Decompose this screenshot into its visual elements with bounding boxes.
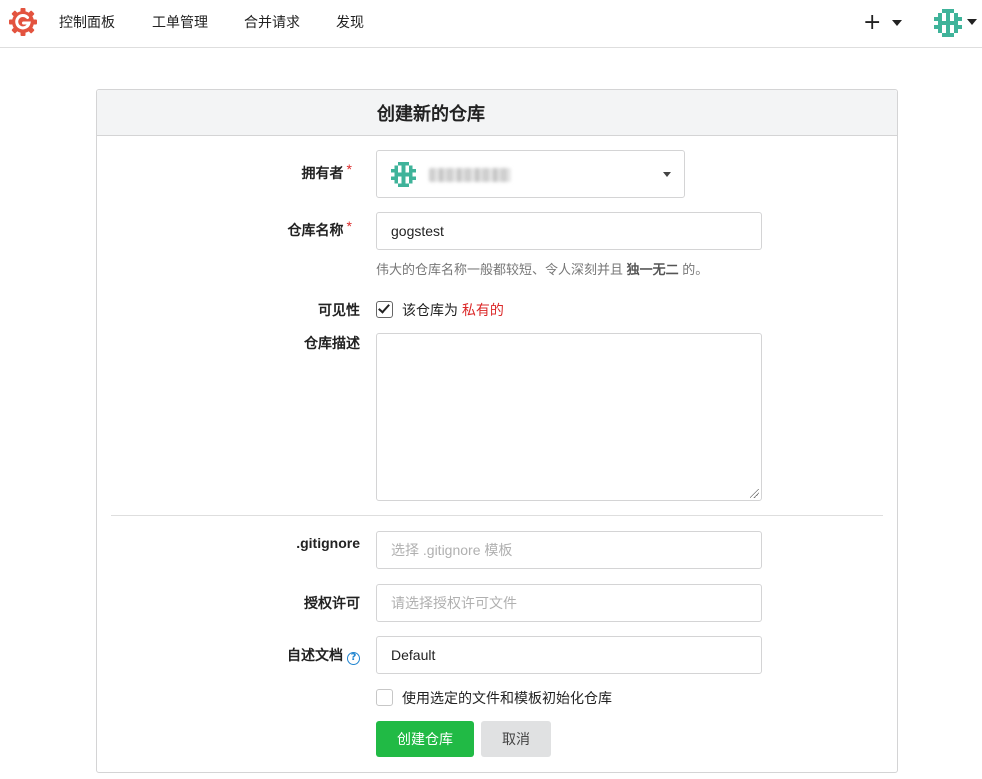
caret-down-icon — [892, 20, 902, 26]
description-label: 仓库描述 — [304, 335, 360, 351]
readme-select[interactable]: Default — [376, 636, 762, 674]
owner-label: 拥有者 * — [301, 161, 352, 181]
repo-name-help: 伟大的仓库名称一般都较短、令人深刻并且 独一无二 的。 — [376, 262, 709, 277]
required-mark: * — [346, 161, 352, 177]
question-circle-icon[interactable]: ? — [347, 652, 360, 665]
identicon-avatar-icon — [391, 162, 416, 187]
user-menu-dropdown[interactable] — [934, 9, 980, 39]
visibility-text: 该仓库为 私有的 — [402, 302, 504, 318]
gitignore-label: .gitignore — [296, 535, 360, 551]
checkmark-icon — [378, 301, 390, 314]
visibility-label: 可见性 — [318, 302, 360, 318]
auto-init-checkbox[interactable] — [376, 689, 393, 706]
nav-issues[interactable]: 工单管理 — [152, 14, 208, 30]
repo-name-input[interactable]: gogstest — [376, 212, 762, 250]
form-header: 创建新的仓库 — [97, 90, 897, 136]
nav-explore[interactable]: 发现 — [336, 14, 364, 30]
cancel-button[interactable]: 取消 — [481, 721, 551, 757]
auto-init-text: 使用选定的文件和模板初始化仓库 — [402, 690, 612, 706]
owner-name-blurred — [429, 168, 511, 182]
private-checkbox[interactable] — [376, 301, 393, 318]
divider — [111, 515, 883, 516]
top-navbar: 控制面板 工单管理 合并请求 发现 + — [0, 0, 982, 48]
license-select[interactable]: 请选择授权许可文件 — [376, 584, 762, 622]
identicon-avatar-icon — [934, 9, 962, 37]
caret-down-icon — [967, 19, 977, 25]
page-title: 创建新的仓库 — [377, 104, 485, 124]
gitignore-select[interactable]: 选择 .gitignore 模板 — [376, 531, 762, 569]
repo-name-label: 仓库名称 * — [287, 218, 352, 238]
resize-handle-icon[interactable] — [750, 489, 759, 498]
create-repo-button[interactable]: 创建仓库 — [376, 721, 474, 757]
plus-icon: + — [863, 10, 882, 35]
required-mark: * — [346, 218, 352, 234]
nav-pull-requests[interactable]: 合并请求 — [244, 14, 300, 30]
nav-dashboard[interactable]: 控制面板 — [59, 14, 115, 30]
create-new-dropdown[interactable]: + — [863, 8, 905, 38]
private-text: 私有的 — [461, 302, 504, 318]
description-textarea[interactable] — [376, 333, 762, 501]
gogs-logo-icon[interactable] — [8, 7, 38, 37]
owner-select[interactable] — [376, 150, 685, 198]
readme-label: 自述文档? — [160, 647, 360, 665]
license-label: 授权许可 — [304, 595, 360, 611]
caret-down-icon — [663, 172, 671, 177]
